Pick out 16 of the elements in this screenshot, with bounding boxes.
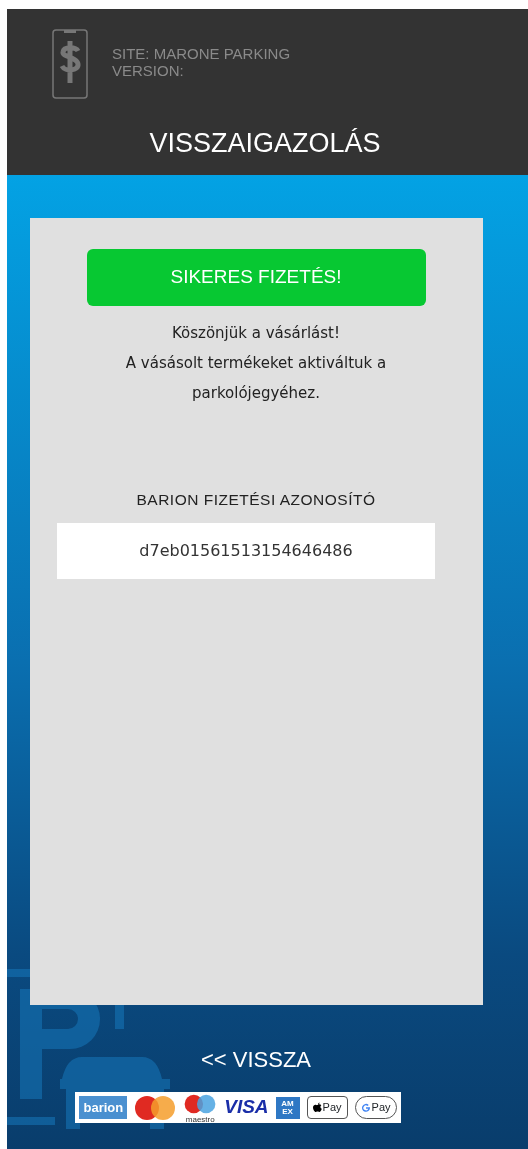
message-text: Köszönjük a vásárlást! bbox=[170, 323, 341, 344]
back-link[interactable]: << VISSZA bbox=[200, 1043, 312, 1076]
site-label: SITE: MARONE PARKING bbox=[112, 45, 291, 63]
apple-pay-logo: Pay bbox=[306, 1096, 348, 1119]
amex-logo: AM EX bbox=[275, 1096, 300, 1119]
barion-logo: barion bbox=[79, 1095, 128, 1120]
transaction-id-label: BARION FIZETÉSI AZONOSÍTÓ bbox=[136, 490, 376, 510]
maestro-logo: maestro bbox=[183, 1091, 218, 1124]
visa-logo: VISA bbox=[224, 1095, 269, 1120]
message-text: A vásásolt termékeket aktiváltuk a parkolójegyéhez. bbox=[124, 353, 388, 404]
success-banner: SIKERES FIZETÉS! bbox=[86, 249, 426, 306]
page-title: VISSZAIGAZOLÁS bbox=[148, 127, 382, 160]
phone-dollar-logo-icon bbox=[52, 29, 88, 99]
version-label: VERSION: bbox=[112, 62, 185, 80]
transaction-id-field: d7eb01561513154646486 bbox=[57, 523, 435, 580]
mastercard-logo-icon bbox=[134, 1094, 177, 1121]
